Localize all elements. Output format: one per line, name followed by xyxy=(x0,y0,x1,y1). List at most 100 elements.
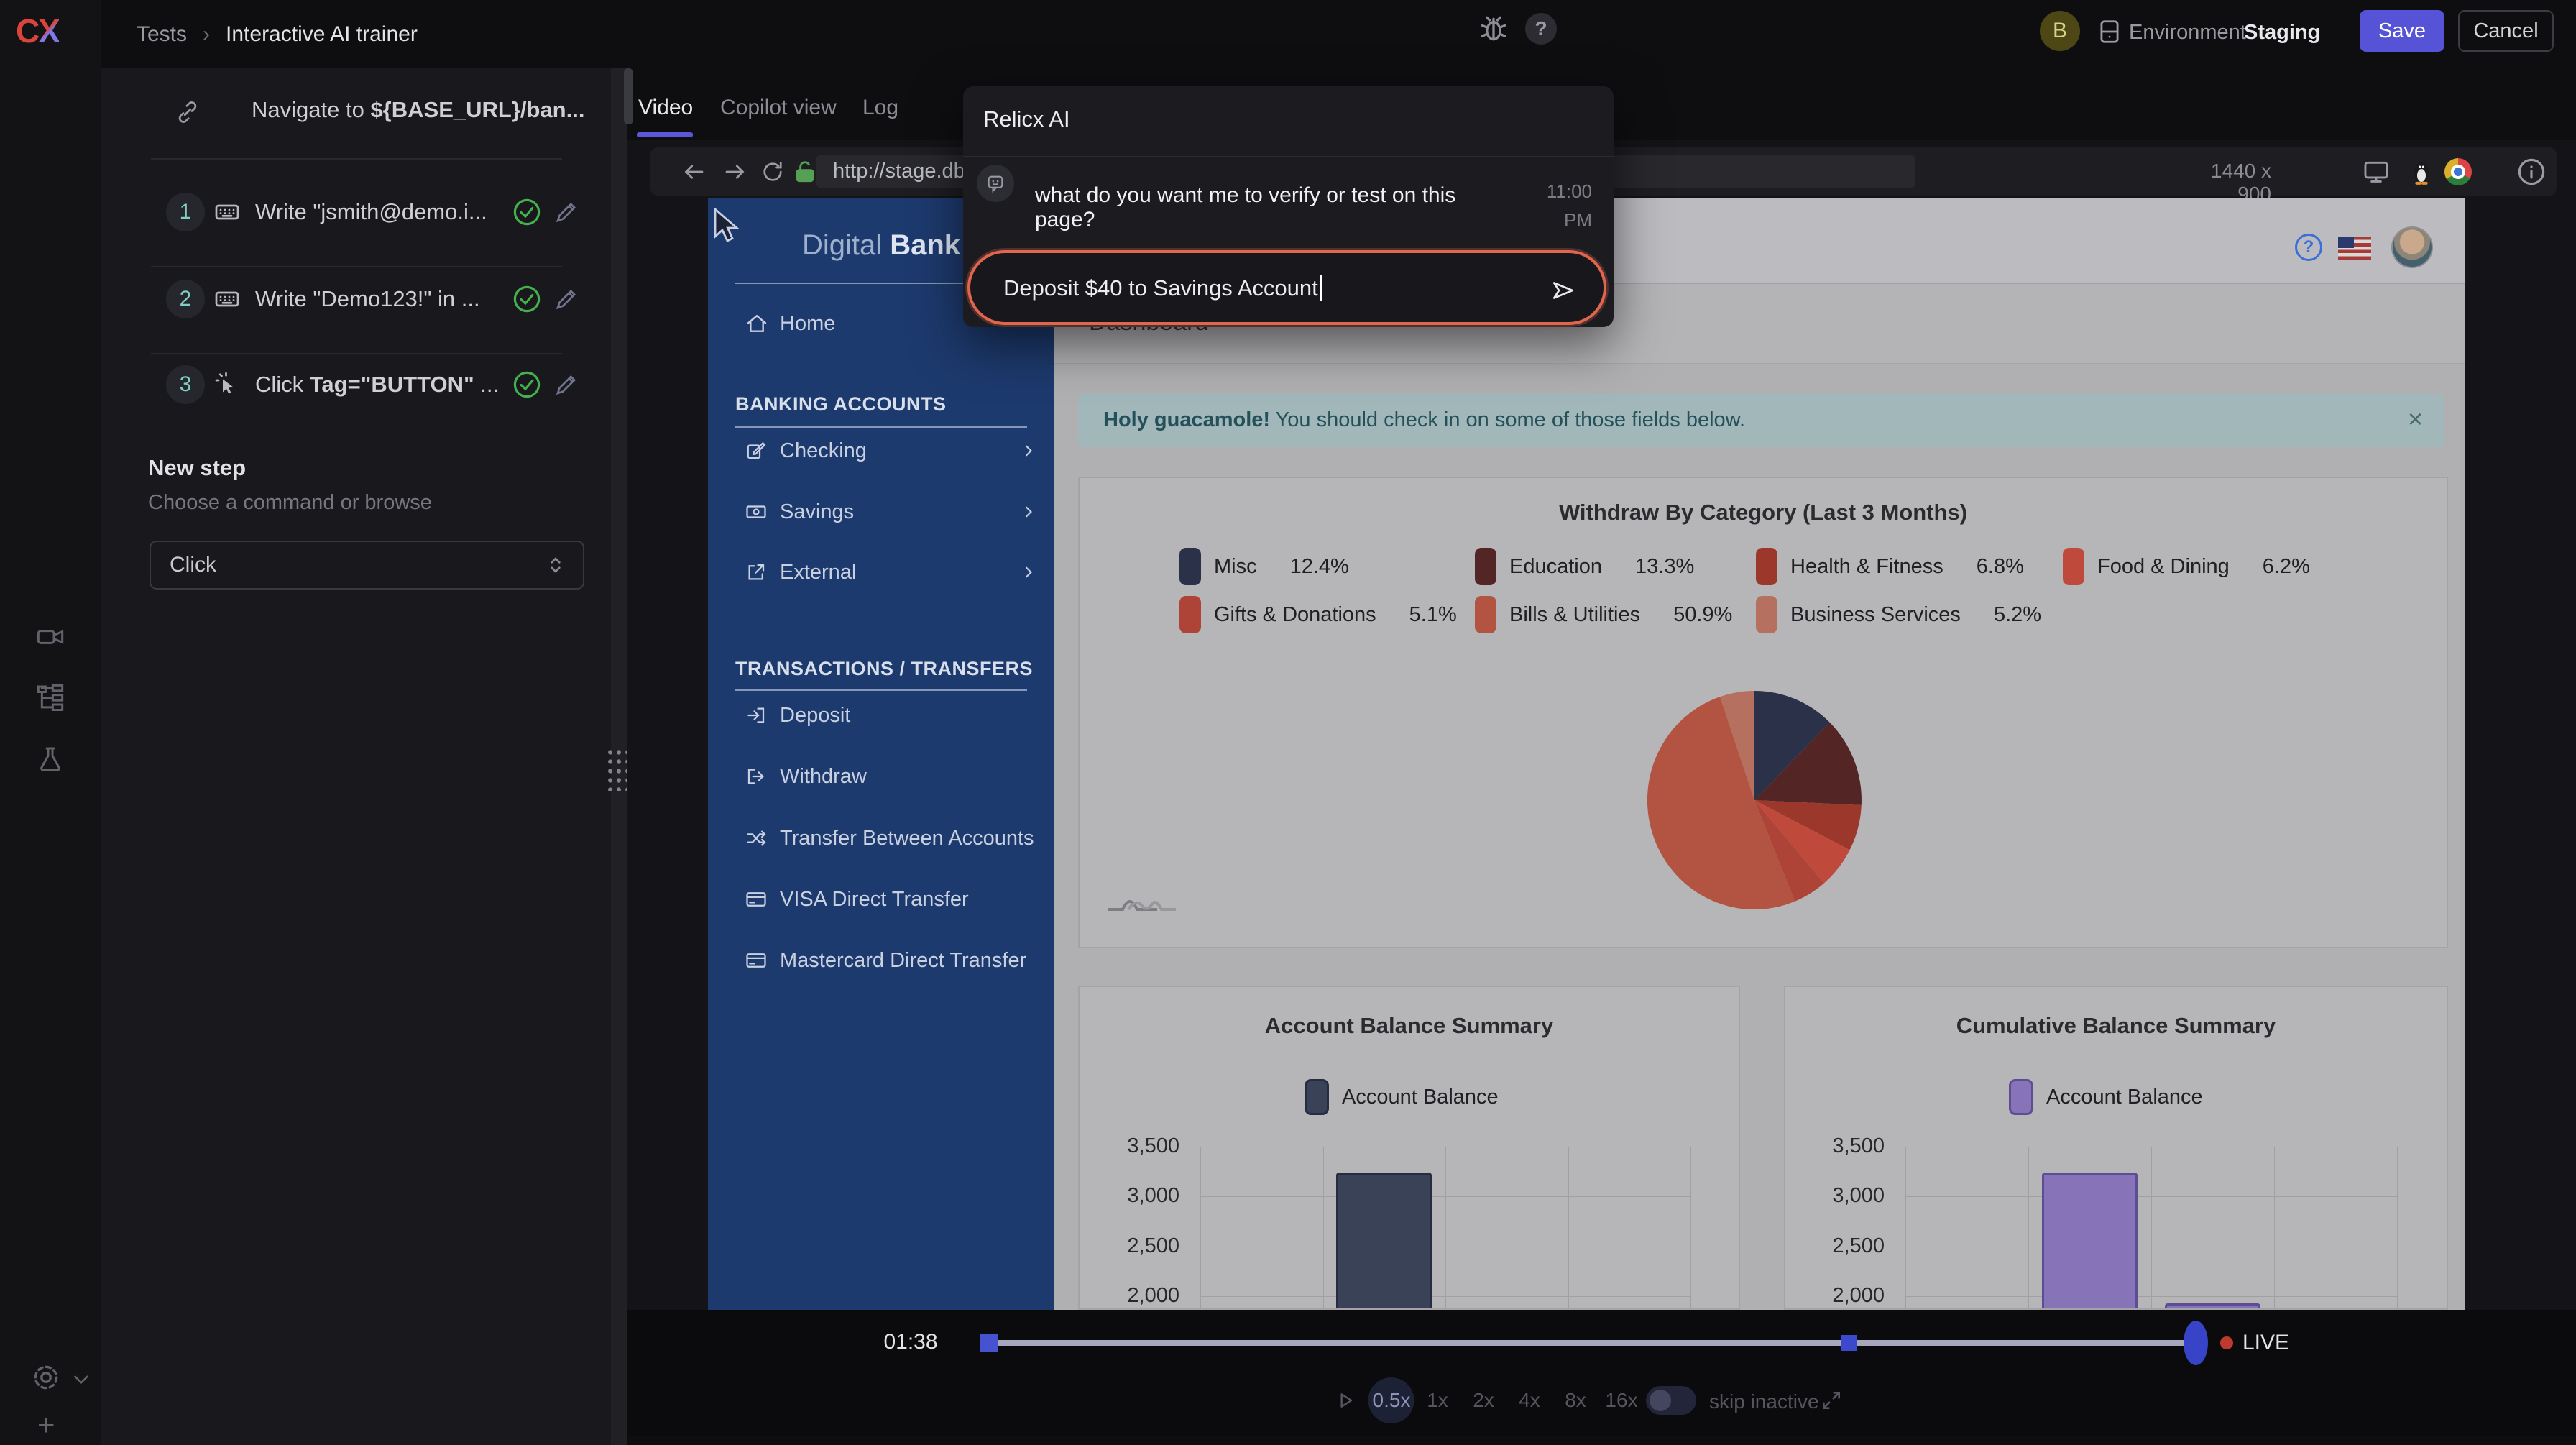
tab-copilot-view[interactable]: Copilot view xyxy=(720,92,837,124)
cancel-button[interactable]: Cancel xyxy=(2458,10,2554,52)
monitor-icon[interactable] xyxy=(2363,158,2390,185)
step-label: Click Tag="BUTTON" ... xyxy=(255,372,499,398)
info-icon[interactable] xyxy=(2516,157,2547,187)
check-circle-icon[interactable] xyxy=(512,284,542,314)
bar-chart-legend: Account Balance xyxy=(2009,1079,2203,1115)
edit-pencil-icon[interactable] xyxy=(553,199,579,225)
legend-label: Food & Dining xyxy=(2097,555,2230,579)
check-circle-icon[interactable] xyxy=(512,197,542,227)
step-row[interactable]: 1Write "jsmith@demo.i... xyxy=(101,187,611,237)
bar-chart-title: Cumulative Balance Summary xyxy=(1785,1013,2447,1039)
step-number: 2 xyxy=(166,280,205,318)
bank-nav-external[interactable]: External xyxy=(708,551,1054,594)
cumulative-balance-card: Cumulative Balance Summary Account Balan… xyxy=(1784,986,2448,1310)
refresh-icon[interactable] xyxy=(760,159,786,185)
external-icon xyxy=(745,561,767,583)
flask-icon[interactable] xyxy=(0,745,101,774)
save-button[interactable]: Save xyxy=(2360,10,2444,52)
environment-value[interactable]: Staging xyxy=(2244,17,2320,47)
gridline xyxy=(2028,1147,2029,1310)
home-icon xyxy=(745,312,768,335)
play-icon[interactable] xyxy=(1334,1389,1357,1412)
legend-swatch xyxy=(2009,1079,2033,1115)
live-label[interactable]: LIVE xyxy=(2242,1331,2289,1355)
us-flag-icon[interactable] xyxy=(2338,237,2371,260)
bug-icon[interactable] xyxy=(1478,13,1509,45)
bank-nav-mastercard-direct-transfer[interactable]: Mastercard Direct Transfer xyxy=(708,939,1054,982)
y-axis-label: 3,000 xyxy=(1100,1184,1179,1208)
step-row[interactable]: 2 Write "Demo123!" in ... xyxy=(101,274,611,324)
timeline-start-marker[interactable] xyxy=(980,1334,998,1352)
bank-nav-label: Checking xyxy=(780,439,867,463)
tab-video[interactable]: Video xyxy=(638,92,693,124)
speed-8x[interactable]: 8x xyxy=(1565,1389,1586,1412)
bank-nav-withdraw[interactable]: Withdraw xyxy=(708,755,1054,798)
y-axis-label: 2,500 xyxy=(1806,1234,1885,1258)
step-label: Write "Demo123!" in ... xyxy=(255,286,480,312)
speed-0.5x[interactable]: 0.5x xyxy=(1373,1389,1411,1412)
playhead[interactable] xyxy=(2184,1321,2208,1365)
skip-inactive-toggle[interactable] xyxy=(1646,1386,1696,1415)
settings-gear-icon[interactable] xyxy=(30,1362,62,1393)
bank-nav-deposit[interactable]: Deposit xyxy=(708,694,1054,737)
edit-pencil-icon[interactable] xyxy=(553,286,579,312)
flow-tree-icon[interactable] xyxy=(0,683,101,712)
bank-section-title: BANKING ACCOUNTS xyxy=(735,393,947,416)
ai-prompt-value: Deposit $40 to Savings Account xyxy=(1003,275,1322,301)
back-icon[interactable] xyxy=(681,159,707,185)
left-rail: CX + xyxy=(0,0,101,1445)
command-select[interactable]: Click xyxy=(150,541,584,590)
alert-close-icon[interactable]: × xyxy=(2408,404,2423,434)
add-button[interactable]: + xyxy=(37,1408,55,1442)
step-row[interactable]: 3Click Tag="BUTTON" ... xyxy=(101,359,611,410)
bank-nav-checking[interactable]: Checking xyxy=(708,429,1054,472)
help-icon[interactable]: ? xyxy=(1525,13,1557,45)
bank-help-icon[interactable]: ? xyxy=(2295,234,2322,261)
pie-legend-item: Bills & Utilities50.9% xyxy=(1475,596,1732,633)
breadcrumb-tests[interactable]: Tests xyxy=(137,22,187,47)
tab-log[interactable]: Log xyxy=(862,92,898,124)
gridline xyxy=(1445,1147,1446,1310)
dialog-timestamp: 11:00PM xyxy=(1509,177,1592,234)
step-navigate[interactable]: Navigate to ${BASE_URL}/ban... xyxy=(101,86,611,137)
new-step-title: New step xyxy=(148,455,246,481)
speed-2x[interactable]: 2x xyxy=(1473,1389,1494,1412)
send-icon[interactable] xyxy=(1550,277,1576,303)
bank-nav-savings[interactable]: Savings xyxy=(708,490,1054,533)
avatar[interactable]: B xyxy=(2040,11,2080,51)
timeline-marker[interactable] xyxy=(1841,1335,1857,1351)
legend-value: 5.2% xyxy=(1994,603,2041,627)
scrollbar-thumb[interactable] xyxy=(624,68,633,124)
signout-icon xyxy=(745,766,767,787)
divider xyxy=(735,426,1027,428)
breadcrumb-separator-icon: › xyxy=(203,22,210,47)
pie-legend-item: Business Services5.2% xyxy=(1756,596,2041,633)
bank-nav-transfer-between-accounts[interactable]: Transfer Between Accounts xyxy=(708,817,1054,860)
app-logo[interactable]: CX xyxy=(16,12,59,50)
toggle-knob xyxy=(1650,1390,1671,1411)
app-root: CX + Tests › Interactive AI trainer ? B … xyxy=(0,0,2576,1445)
legend-swatch xyxy=(1179,548,1201,585)
speed-1x[interactable]: 1x xyxy=(1427,1389,1448,1412)
legend-value: 13.3% xyxy=(1635,555,1694,579)
unlock-icon xyxy=(791,158,819,185)
speed-4x[interactable]: 4x xyxy=(1519,1389,1540,1412)
check-circle-icon[interactable] xyxy=(512,370,542,400)
chevron-down-icon[interactable] xyxy=(69,1367,93,1392)
legend-swatch xyxy=(1475,596,1496,633)
edit-pencil-icon[interactable] xyxy=(553,372,579,398)
bank-avatar[interactable] xyxy=(2391,226,2433,268)
bank-sidebar: Digital Bank Home BANKING ACCOUNTSChecki… xyxy=(708,198,1054,1310)
video-camera-icon[interactable] xyxy=(0,623,101,651)
forward-icon[interactable] xyxy=(722,159,748,185)
fullscreen-icon[interactable] xyxy=(1820,1389,1843,1412)
bank-main: ? Dashboard Holy guacamole! You should c… xyxy=(1054,198,2465,1310)
ai-prompt-input[interactable]: Deposit $40 to Savings Account xyxy=(967,250,1606,325)
gridline xyxy=(2274,1147,2275,1310)
timeline-track[interactable] xyxy=(983,1340,2201,1346)
skip-inactive-label: skip inactive xyxy=(1709,1390,1819,1413)
pie-chart-title: Withdraw By Category (Last 3 Months) xyxy=(1080,500,2447,526)
speed-16x[interactable]: 16x xyxy=(1605,1389,1637,1412)
bank-nav-visa-direct-transfer[interactable]: VISA Direct Transfer xyxy=(708,878,1054,921)
panel-resize-handle[interactable] xyxy=(611,68,627,1445)
